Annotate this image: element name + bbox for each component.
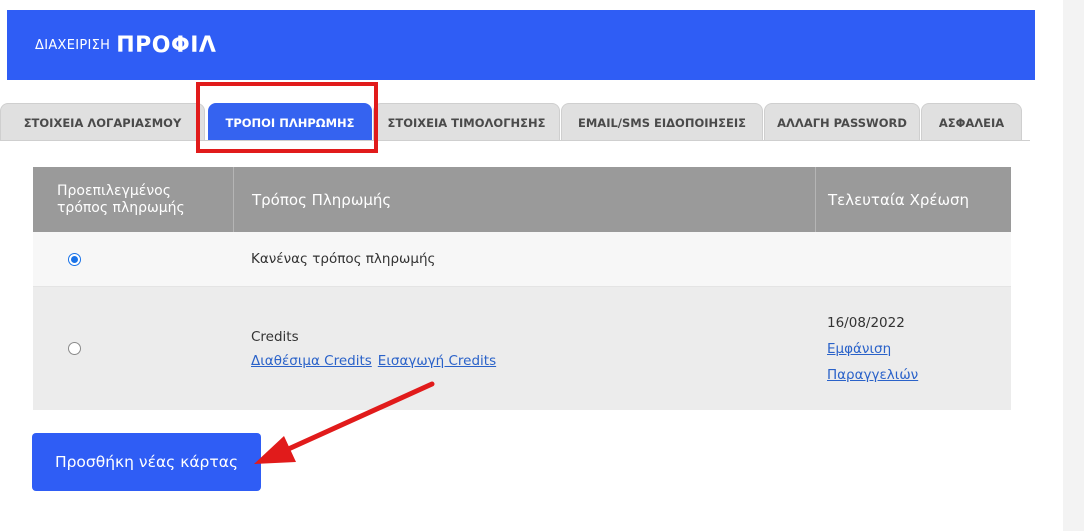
show-orders-link-line2[interactable]: Παραγγελιών bbox=[827, 362, 918, 388]
tab-label: EMAIL/SMS ΕΙΔΟΠΟΙΗΣΕΙΣ bbox=[578, 115, 746, 130]
method-cell: Κανένας τρόπος πληρωμής bbox=[233, 232, 815, 286]
header-default-method: Προεπιλεγμένος τρόπος πληρωμής bbox=[33, 167, 233, 232]
header-payment-method: Τρόπος Πληρωμής bbox=[233, 167, 815, 232]
method-name: Κανένας τρόπος πληρωμής bbox=[251, 251, 436, 267]
profile-tabs: ΣΤΟΙΧΕΙΑ ΛΟΓΑΡΙΑΣΜΟΥ ΤΡΟΠΟΙ ΠΛΗΡΩΜΗΣ ΣΤΟ… bbox=[0, 103, 1030, 141]
add-new-card-button[interactable]: Προσθήκη νέας κάρτας bbox=[32, 433, 261, 491]
right-side-panel bbox=[1063, 0, 1084, 531]
import-credits-link[interactable]: Εισαγωγή Credits bbox=[378, 353, 496, 369]
default-radio-none[interactable] bbox=[68, 252, 81, 266]
tab-billing-details[interactable]: ΣΤΟΙΧΕΙΑ ΤΙΜΟΛΟΓΗΣΗΣ bbox=[373, 103, 560, 141]
page-header: ΔΙΑΧΕΙΡΙΣΗ ΠΡΟΦΙΛ bbox=[7, 10, 1035, 80]
available-credits-link[interactable]: Διαθέσιμα Credits bbox=[251, 353, 372, 369]
annotation-highlight-box bbox=[196, 82, 378, 153]
last-charge-date: 16/08/2022 bbox=[827, 314, 905, 331]
tab-security[interactable]: ΑΣΦΑΛΕΙΑ bbox=[921, 103, 1022, 141]
tab-change-password[interactable]: ΑΛΛΑΓΗ PASSWORD bbox=[764, 103, 920, 141]
tab-email-sms-notifications[interactable]: EMAIL/SMS ΕΙΔΟΠΟΙΗΣΕΙΣ bbox=[561, 103, 763, 141]
header-title-small: ΔΙΑΧΕΙΡΙΣΗ bbox=[35, 37, 111, 53]
last-charge-cell bbox=[815, 232, 1011, 286]
last-charge-stack: 16/08/2022 Εμφάνιση Παραγγελιών bbox=[827, 310, 918, 388]
tab-label: ΑΛΛΑΓΗ PASSWORD bbox=[777, 115, 907, 130]
table-row: Credits Διαθέσιμα Credits Εισαγωγή Credi… bbox=[33, 287, 1011, 410]
default-radio-credits[interactable] bbox=[68, 342, 81, 355]
tab-account-details[interactable]: ΣΤΟΙΧΕΙΑ ΛΟΓΑΡΙΑΣΜΟΥ bbox=[0, 103, 205, 141]
default-radio-cell bbox=[33, 287, 233, 410]
last-charge-cell: 16/08/2022 Εμφάνιση Παραγγελιών bbox=[815, 287, 1011, 410]
header-last-charge: Τελευταία Χρέωση bbox=[815, 167, 1011, 232]
tab-label: ΑΣΦΑΛΕΙΑ bbox=[938, 115, 1005, 130]
table-row: Κανένας τρόπος πληρωμής bbox=[33, 232, 1011, 287]
method-cell: Credits Διαθέσιμα Credits Εισαγωγή Credi… bbox=[233, 287, 815, 410]
tabs-divider bbox=[0, 140, 1030, 141]
tab-label: ΣΤΟΙΧΕΙΑ ΤΙΜΟΛΟΓΗΣΗΣ bbox=[387, 115, 546, 130]
table-header-row: Προεπιλεγμένος τρόπος πληρωμής Τρόπος Πλ… bbox=[33, 167, 1011, 232]
tab-label: ΣΤΟΙΧΕΙΑ ΛΟΓΑΡΙΑΣΜΟΥ bbox=[23, 115, 182, 130]
header-default-line1: Προεπιλεγμένος bbox=[57, 182, 171, 199]
show-orders-link-line1[interactable]: Εμφάνιση bbox=[827, 336, 918, 362]
credits-links: Διαθέσιμα Credits Εισαγωγή Credits bbox=[251, 353, 496, 369]
default-radio-cell bbox=[33, 232, 233, 286]
method-name: Credits bbox=[251, 328, 299, 345]
header-default-line2: τρόπος πληρωμής bbox=[57, 199, 185, 216]
header-title-big: ΠΡΟΦΙΛ bbox=[116, 32, 217, 58]
